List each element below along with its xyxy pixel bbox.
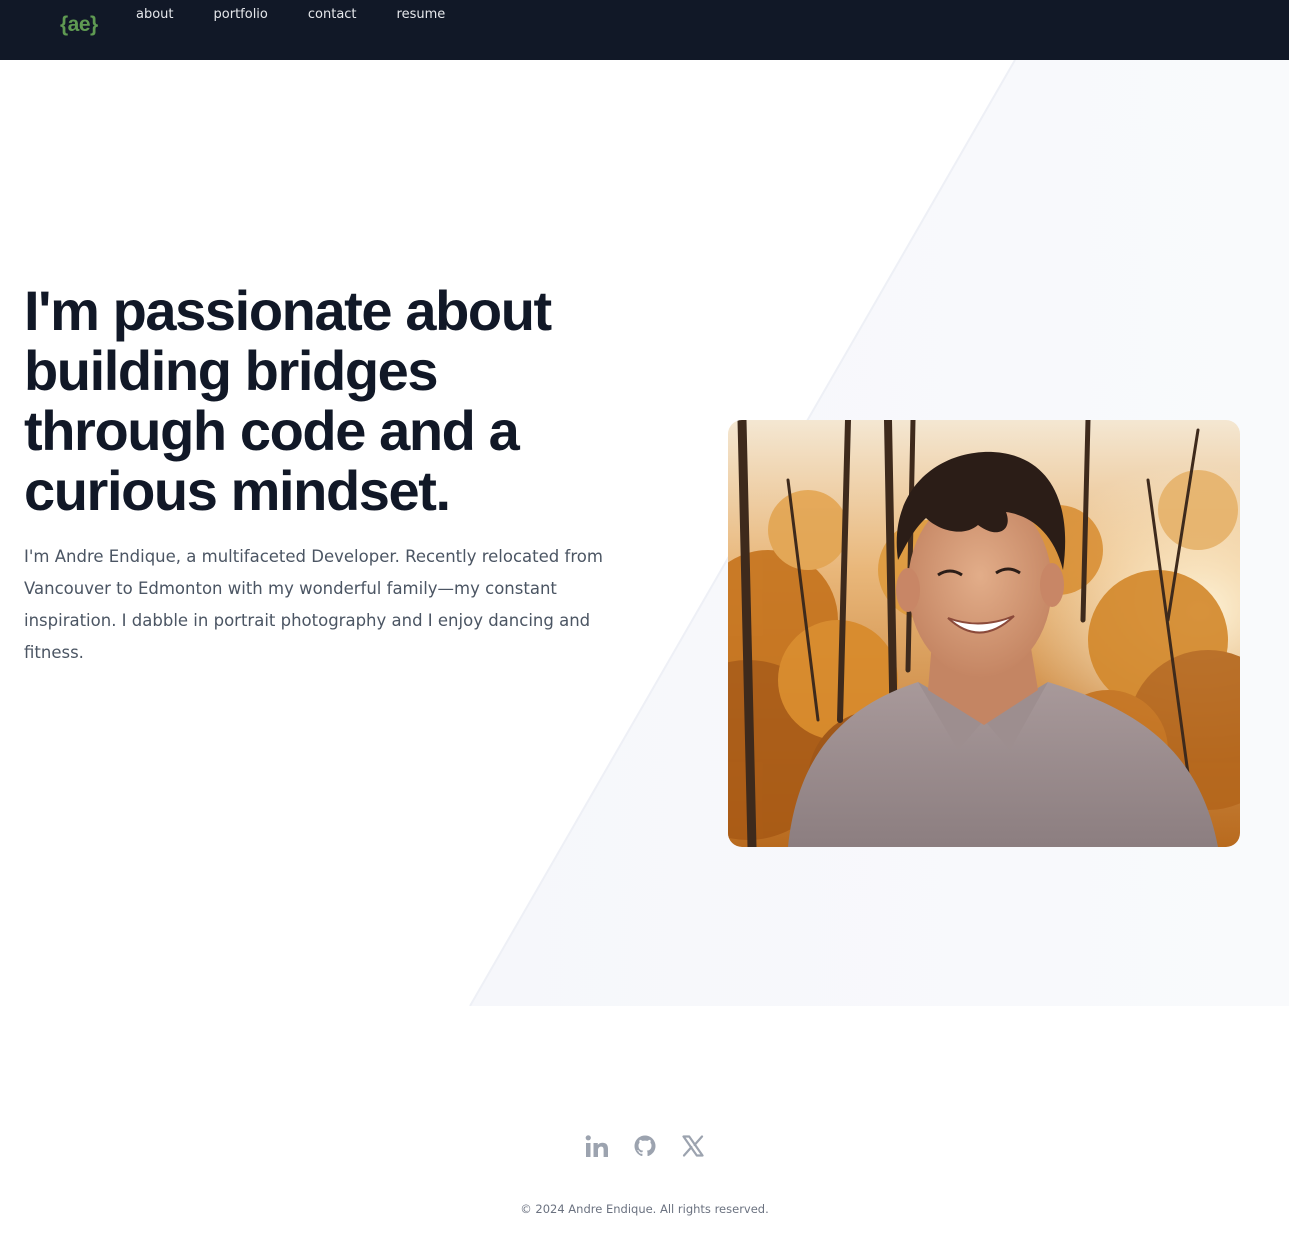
linkedin-icon[interactable] — [585, 1132, 609, 1160]
nav-links: about portfolio contact resume — [136, 6, 445, 24]
profile-photo — [728, 420, 1240, 847]
nav-link-portfolio[interactable]: portfolio — [214, 6, 268, 24]
nav-link-resume[interactable]: resume — [397, 6, 446, 24]
x-icon[interactable] — [681, 1132, 705, 1160]
nav-link-about[interactable]: about — [136, 6, 174, 24]
github-icon[interactable] — [633, 1132, 657, 1160]
hero-bio: I'm Andre Endique, a multifaceted Develo… — [24, 547, 603, 662]
social-links — [0, 1132, 1289, 1160]
hero-headline: I'm passionate about building bridges th… — [24, 279, 552, 522]
site-logo[interactable]: {ae} — [60, 13, 98, 37]
top-navbar: {ae} about portfolio contact resume — [0, 0, 1289, 60]
nav-link-contact[interactable]: contact — [308, 6, 357, 24]
page: {ae} about portfolio contact resume I'm … — [0, 0, 1289, 1253]
copyright-text: © 2024 Andre Endique. All rights reserve… — [520, 1202, 769, 1216]
